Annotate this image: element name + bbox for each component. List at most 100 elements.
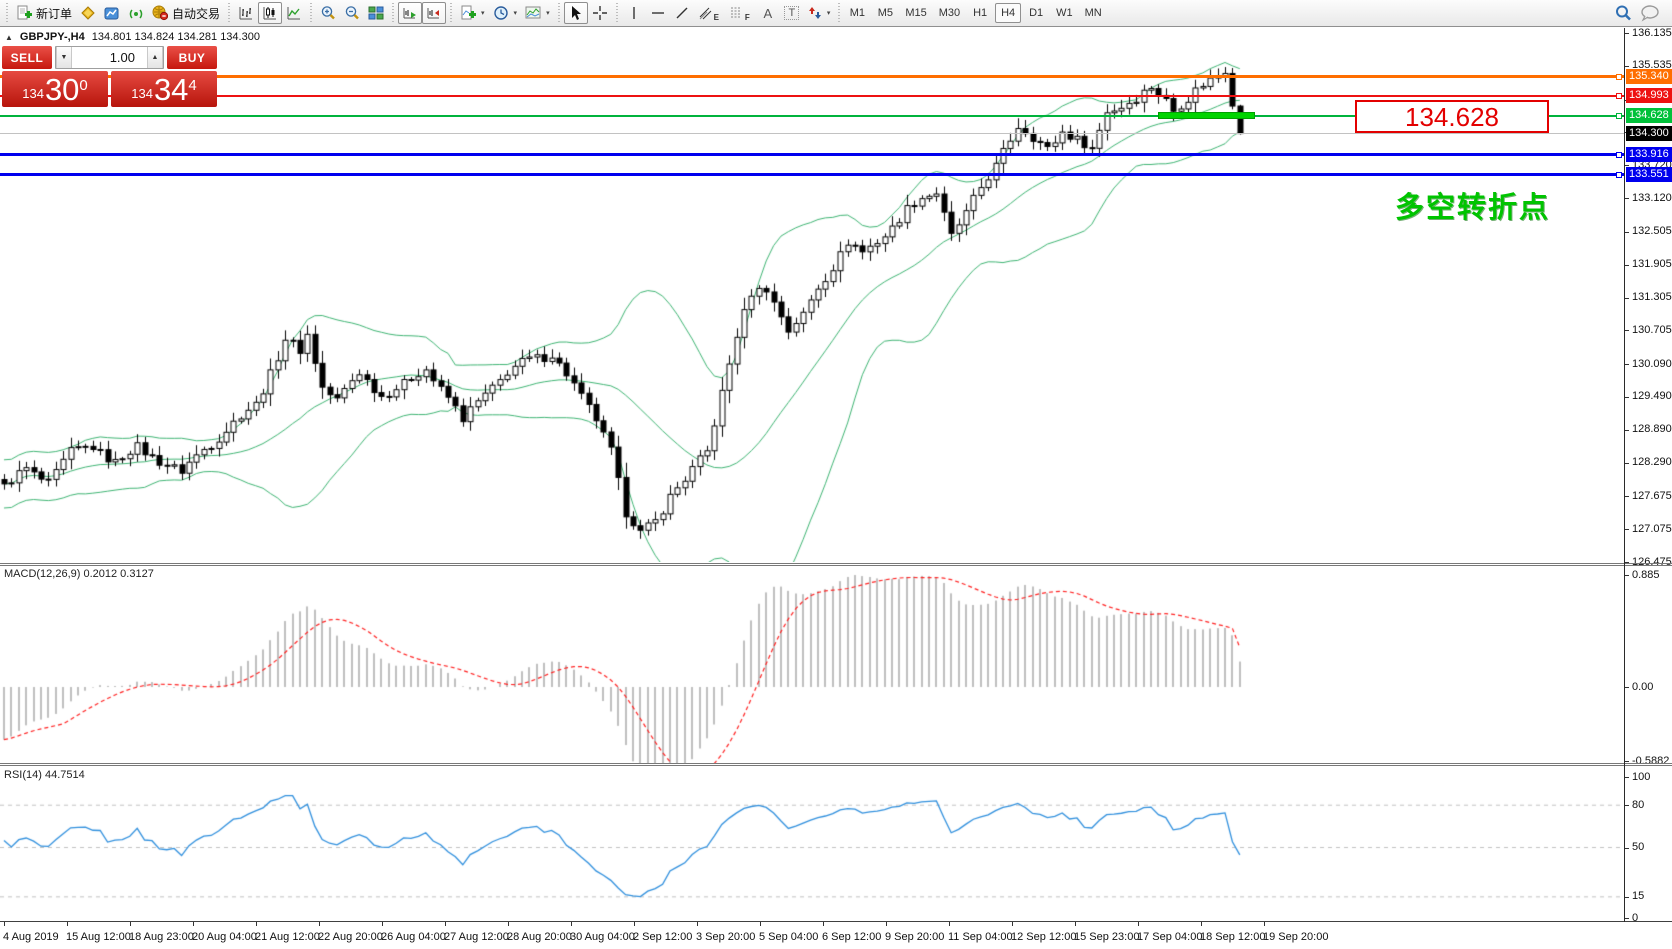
- sell-button[interactable]: SELL: [2, 46, 52, 69]
- time-tick-mark: [1075, 922, 1076, 926]
- tile-windows-button[interactable]: [364, 2, 388, 24]
- time-label: 15 Sep 23:00: [1074, 931, 1139, 943]
- auto-scroll-button[interactable]: [398, 2, 422, 24]
- sell-price[interactable]: 134 30 0: [2, 71, 108, 107]
- price-tick-label: 129.490: [1632, 390, 1672, 402]
- text-label-button[interactable]: T: [780, 2, 804, 24]
- pane-separator: [0, 765, 1672, 766]
- candlestick-chart-button[interactable]: [258, 2, 282, 24]
- level-orange-handle[interactable]: [1616, 74, 1622, 80]
- trendline-button[interactable]: [670, 2, 694, 24]
- timeframe-button-m15[interactable]: M15: [900, 3, 931, 23]
- trendline-icon: [674, 5, 690, 21]
- profiles-button[interactable]: [76, 2, 100, 24]
- time-tick-mark: [4, 922, 5, 926]
- chat-button[interactable]: [1636, 2, 1664, 24]
- turning-point-annotation[interactable]: 多空转折点: [1340, 184, 1550, 226]
- toolbar-grip: [5, 3, 9, 23]
- profiles-icon: [80, 5, 96, 21]
- macd-indicator-canvas[interactable]: [0, 567, 1624, 763]
- bar-chart-button[interactable]: [234, 2, 258, 24]
- periods-dropdown[interactable]: ▾: [489, 2, 522, 24]
- new-order-button[interactable]: 新订单: [12, 2, 76, 24]
- market-watch-button[interactable]: [100, 2, 124, 24]
- timeframe-button-h1[interactable]: H1: [967, 3, 993, 23]
- new-order-label: 新订单: [36, 5, 72, 22]
- volume-decrease-button[interactable]: ▼: [56, 47, 72, 68]
- signals-button[interactable]: [124, 2, 148, 24]
- search-button[interactable]: [1610, 2, 1636, 24]
- fibonacci-letter: F: [745, 13, 750, 22]
- level-blue-1-line[interactable]: [0, 153, 1624, 156]
- timeframe-button-h4[interactable]: H4: [995, 3, 1021, 23]
- timeframe-button-m5[interactable]: M5: [872, 3, 898, 23]
- thick-green-trendline[interactable]: [1158, 112, 1255, 119]
- time-tick-mark: [1201, 922, 1202, 926]
- vertical-line-icon: [626, 5, 642, 21]
- crosshair-icon: [592, 5, 608, 21]
- cursor-button[interactable]: [564, 2, 588, 24]
- chat-icon: [1640, 4, 1660, 22]
- zoom-in-button[interactable]: [316, 2, 340, 24]
- time-tick-mark: [256, 922, 257, 926]
- level-orange-line[interactable]: [0, 75, 1624, 78]
- collapse-icon[interactable]: ▲: [5, 33, 13, 42]
- time-label: 30 Aug 04:00: [570, 931, 635, 943]
- rsi-tick-label: 100: [1632, 771, 1650, 783]
- timeframe-button-w1[interactable]: W1: [1051, 3, 1078, 23]
- level-blue-2-handle[interactable]: [1616, 172, 1622, 178]
- price-tick-label: 133.120: [1632, 192, 1672, 204]
- arrows-dropdown[interactable]: ▾: [804, 2, 835, 24]
- sell-price-sup: 0: [79, 77, 87, 94]
- timeframe-button-mn[interactable]: MN: [1080, 3, 1107, 23]
- crosshair-button[interactable]: [588, 2, 612, 24]
- time-tick-mark: [1012, 922, 1013, 926]
- text-label-icon: T: [784, 6, 799, 20]
- timeframe-button-m1[interactable]: M1: [844, 3, 870, 23]
- timeframe-button-d1[interactable]: D1: [1023, 3, 1049, 23]
- line-chart-button[interactable]: [282, 2, 306, 24]
- time-axis-border: [0, 921, 1672, 922]
- level-green-handle[interactable]: [1616, 113, 1622, 119]
- price-tick-label: 127.075: [1632, 523, 1672, 535]
- pane-separator[interactable]: [0, 563, 1672, 564]
- templates-dropdown[interactable]: ▾: [521, 2, 554, 24]
- signals-icon: [128, 5, 144, 21]
- level-red-line[interactable]: [0, 95, 1624, 97]
- channel-button[interactable]: E: [694, 2, 725, 24]
- time-label: 2 Sep 12:00: [633, 931, 692, 943]
- rsi-indicator-canvas[interactable]: [0, 767, 1624, 921]
- price-tick-label: 130.705: [1632, 324, 1672, 336]
- chevron-down-icon: ▾: [827, 9, 831, 17]
- pane-separator[interactable]: [0, 763, 1672, 764]
- vertical-line-button[interactable]: [622, 2, 646, 24]
- time-tick-mark: [319, 922, 320, 926]
- autotrading-button[interactable]: 自动交易: [148, 2, 224, 24]
- timeframe-button-m30[interactable]: M30: [934, 3, 965, 23]
- buy-button[interactable]: BUY: [167, 46, 217, 69]
- chart-shift-button[interactable]: [422, 2, 446, 24]
- zoom-out-button[interactable]: [340, 2, 364, 24]
- level-blue-1-handle[interactable]: [1616, 152, 1622, 158]
- toolbar-grip: [391, 3, 395, 23]
- time-tick-mark: [760, 922, 761, 926]
- bar-chart-icon: [238, 5, 254, 21]
- time-tick-mark: [445, 922, 446, 926]
- level-blue-2-line[interactable]: [0, 173, 1624, 176]
- level-red-handle[interactable]: [1616, 93, 1622, 99]
- fibonacci-button[interactable]: F: [725, 2, 756, 24]
- new-order-icon: [16, 5, 32, 21]
- time-label: 4 Aug 2019: [3, 931, 59, 943]
- volume-increase-button[interactable]: ▲: [147, 47, 163, 68]
- ohlc-values: 134.801 134.824 134.281 134.300: [92, 31, 260, 43]
- toolbar-grip: [557, 3, 561, 23]
- volume-input[interactable]: [72, 47, 147, 68]
- text-icon: A: [763, 6, 772, 21]
- toolbar-grip: [309, 3, 313, 23]
- text-button[interactable]: A: [756, 2, 780, 24]
- horizontal-line-button[interactable]: [646, 2, 670, 24]
- price-callout-box[interactable]: 134.628: [1355, 100, 1549, 133]
- buy-price[interactable]: 134 34 4: [111, 71, 217, 107]
- indicators-dropdown[interactable]: ▾: [456, 2, 489, 24]
- current-price-line[interactable]: [0, 133, 1624, 134]
